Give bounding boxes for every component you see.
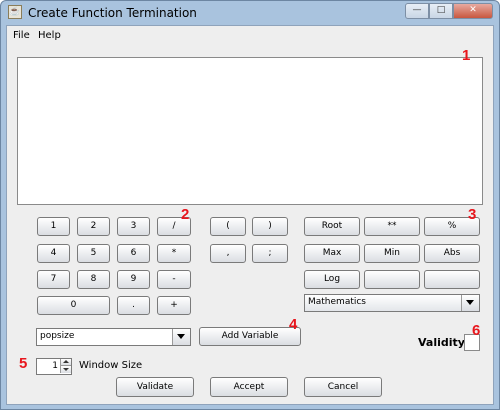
comma-button[interactable]: , bbox=[210, 244, 246, 263]
add-variable-button[interactable]: Add Variable bbox=[199, 327, 301, 346]
marker-1: 1 bbox=[462, 47, 471, 64]
menu-help[interactable]: Help bbox=[38, 30, 61, 41]
function-category-value: Mathematics bbox=[308, 297, 366, 307]
abs-button[interactable]: Abs bbox=[424, 244, 480, 263]
window-title: Create Function Termination bbox=[28, 6, 197, 20]
minimize-button[interactable]: — bbox=[405, 3, 429, 19]
marker-6: 6 bbox=[472, 322, 481, 339]
min-button[interactable]: Min bbox=[364, 244, 420, 263]
key-8-button[interactable]: 8 bbox=[77, 270, 110, 289]
java-app-icon: ☕ bbox=[8, 5, 22, 19]
dialog-window: ☕ Create Function Termination — □ ✕ File… bbox=[0, 0, 500, 410]
key-3-button[interactable]: 3 bbox=[117, 217, 150, 236]
menu-bar: File Help bbox=[7, 26, 493, 46]
menu-file[interactable]: File bbox=[13, 30, 30, 41]
window-size-label: Window Size bbox=[79, 360, 143, 371]
cancel-button[interactable]: Cancel bbox=[304, 377, 382, 397]
key-6-button[interactable]: 6 bbox=[117, 244, 150, 263]
key-4-button[interactable]: 4 bbox=[37, 244, 70, 263]
function-category-select[interactable]: Mathematics bbox=[304, 294, 480, 312]
spinner-down-icon[interactable] bbox=[60, 366, 71, 373]
marker-3: 3 bbox=[468, 206, 477, 223]
chevron-down-icon[interactable] bbox=[461, 295, 479, 311]
validate-button[interactable]: Validate bbox=[116, 377, 194, 397]
log-button[interactable]: Log bbox=[304, 270, 360, 289]
key-0-button[interactable]: 0 bbox=[37, 296, 110, 315]
key-2-button[interactable]: 2 bbox=[77, 217, 110, 236]
key-multiply-button[interactable]: * bbox=[157, 244, 191, 263]
key-minus-button[interactable]: - bbox=[157, 270, 191, 289]
key-9-button[interactable]: 9 bbox=[117, 270, 150, 289]
function-empty-button-2[interactable] bbox=[424, 270, 480, 289]
key-plus-button[interactable]: + bbox=[157, 296, 191, 315]
semicolon-button[interactable]: ; bbox=[252, 244, 288, 263]
close-paren-button[interactable]: ) bbox=[252, 217, 288, 236]
power-button[interactable]: ** bbox=[364, 217, 420, 236]
variable-value: popsize bbox=[40, 331, 75, 341]
open-paren-button[interactable]: ( bbox=[210, 217, 246, 236]
close-button[interactable]: ✕ bbox=[453, 3, 493, 19]
dialog-content: File Help 1 1 2 3 / 4 5 6 * 7 8 9 - 0 . … bbox=[6, 25, 494, 405]
expression-text-area[interactable] bbox=[17, 57, 483, 205]
marker-4: 4 bbox=[289, 316, 298, 333]
key-decimal-button[interactable]: . bbox=[117, 296, 150, 315]
validity-label: Validity bbox=[418, 336, 465, 349]
chevron-down-icon[interactable] bbox=[172, 329, 190, 345]
max-button[interactable]: Max bbox=[304, 244, 360, 263]
marker-5: 5 bbox=[19, 355, 28, 372]
maximize-button[interactable]: □ bbox=[429, 3, 453, 19]
marker-2: 2 bbox=[181, 206, 190, 223]
key-1-button[interactable]: 1 bbox=[37, 217, 70, 236]
key-5-button[interactable]: 5 bbox=[77, 244, 110, 263]
function-empty-button-1[interactable] bbox=[364, 270, 420, 289]
root-button[interactable]: Root bbox=[304, 217, 360, 236]
key-7-button[interactable]: 7 bbox=[37, 270, 70, 289]
accept-button[interactable]: Accept bbox=[210, 377, 288, 397]
variable-select[interactable]: popsize bbox=[36, 328, 191, 346]
window-size-spinner[interactable]: 1 bbox=[36, 358, 72, 375]
spinner-up-icon[interactable] bbox=[60, 359, 71, 366]
title-bar: ☕ Create Function Termination — □ ✕ bbox=[1, 1, 499, 25]
window-size-value: 1 bbox=[52, 361, 58, 371]
